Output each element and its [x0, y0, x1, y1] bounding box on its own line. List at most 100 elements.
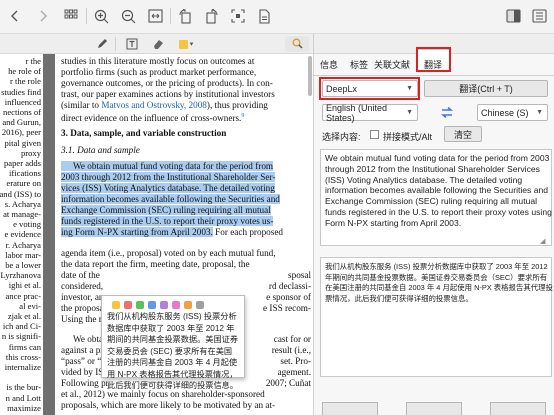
sidebar-toggle-icon[interactable]	[504, 7, 522, 25]
text-fragment: e evidence	[4, 229, 42, 240]
text-line: (similar to Matvos and Ostrovsky, 2008),…	[61, 100, 268, 111]
toolbar-divider	[86, 8, 87, 24]
text-fragment: nections of	[3, 107, 41, 117]
text-fragment: ifications	[9, 168, 41, 179]
highlighted-line: 2003 through 2012 from the Institutional…	[61, 172, 276, 183]
pdf-page-previous: r the he role of r the role studies find inf…	[0, 54, 43, 415]
pdf-viewer[interactable]: r the he role of r the role studies find inf…	[0, 54, 313, 415]
text-fragment: rd declassi-	[268, 281, 311, 291]
pdf-scrollbar[interactable]	[308, 56, 312, 96]
sidebar-panel: 信息 标签 关联文献 翻译 DeepLx ▼ 翻译(Ctrl + T) Engl…	[313, 34, 554, 415]
tab-tags[interactable]: 标签	[350, 58, 368, 71]
footnote-link[interactable]: 9	[241, 113, 244, 119]
color-picker[interactable]: ▾	[175, 37, 197, 51]
text-line: governance outcomes, or the pricing of p…	[61, 78, 273, 88]
tab-related[interactable]: 关联文献	[374, 58, 410, 71]
highlighted-text[interactable]: information becomes available following …	[61, 194, 280, 204]
highlighted-line: vices (ISS) Voting Analytics database. T…	[61, 183, 275, 194]
text-line: portfolio firms (such as product market …	[61, 67, 257, 77]
text-fragment: r. Acharya	[5, 239, 41, 250]
text-fragment: be a lower	[5, 260, 41, 270]
translation-popup[interactable]: 我们从机构股东服务 (ISS) 投票分析数据库中获取了 2003 年至 2012…	[101, 295, 245, 390]
highlighted-text[interactable]: We obtain mutual fund voting data for th…	[61, 161, 274, 171]
toolbar-divider	[115, 37, 116, 51]
zoom-in-icon[interactable]	[92, 7, 110, 25]
citation-link[interactable]: Matvos and Ostrovsky, 2008	[101, 100, 207, 110]
back-icon[interactable]	[6, 7, 24, 25]
layout-icon[interactable]	[530, 7, 548, 25]
text-fragment: zjak et al.	[7, 311, 41, 321]
text-fragment: (similar to	[61, 100, 102, 110]
text-fragment: al evi-	[19, 300, 41, 311]
scan-icon[interactable]	[229, 7, 247, 25]
clear-button[interactable]: 清空	[444, 126, 482, 142]
highlight-box-tab	[416, 47, 451, 72]
result-text-area[interactable]: 我们从机构股东服务 (ISS) 投票分析数据库中获取了 2003 年至 2012…	[320, 257, 553, 377]
text-fragment: studies find	[1, 86, 41, 97]
rotate-icon[interactable]	[176, 7, 194, 25]
text-line: direct evidence on the influence of cros…	[61, 111, 244, 124]
bottom-button[interactable]	[322, 402, 378, 415]
text-fragment: ance prac-	[5, 290, 41, 301]
text-fragment: ighi et al.	[8, 280, 41, 291]
text-line: ing Form N-PX starting from April 2003. …	[61, 227, 283, 238]
text-fragment: n is signifi-	[1, 331, 41, 342]
text-fragment: e sponsor of	[266, 292, 311, 302]
text-line: the proposal	[61, 303, 107, 313]
text-fragment: direct evidence on the influence of cros…	[61, 113, 242, 124]
text-line: the data report the firm, meeting date, …	[61, 259, 250, 269]
text-fragment: r the	[25, 56, 41, 66]
target-language-select[interactable]: Chinese (S) ▼	[477, 104, 548, 121]
file-icon[interactable]	[255, 7, 273, 25]
highlighted-text[interactable]: 2003 through 2012 from the Institutional…	[61, 172, 276, 182]
highlighted-text[interactable]: ing Form N-PX starting from April 2003.	[61, 227, 213, 237]
resize-handle-icon[interactable]: ◢	[540, 237, 545, 245]
text-fragment: n and Gurun,	[0, 117, 41, 128]
highlight-color-swatch[interactable]	[172, 301, 180, 309]
text-line: considered,	[61, 281, 104, 291]
grid-icon[interactable]	[62, 7, 80, 25]
eraser-icon[interactable]	[150, 37, 166, 51]
zoom-out-icon[interactable]	[119, 7, 137, 25]
search-button[interactable]	[285, 36, 309, 52]
text-fragment: erature on	[6, 178, 41, 189]
highlighted-text[interactable]: Exchange Commission (SEC) ruling requiri…	[61, 205, 271, 215]
toolbar-divider	[170, 8, 171, 24]
source-text-area[interactable]: We obtain mutual fund voting data for th…	[320, 149, 552, 246]
pen-icon[interactable]	[94, 37, 110, 51]
highlighted-text[interactable]: funds registered in the U.S. to report t…	[61, 216, 274, 226]
translate-button[interactable]: 翻译(Ctrl + T)	[424, 80, 548, 97]
highlight-color-swatch[interactable]	[184, 301, 192, 309]
highlight-color-swatch[interactable]	[136, 301, 144, 309]
highlight-color-swatch[interactable]	[160, 301, 168, 309]
text-fragment: labor mar-	[5, 249, 41, 260]
fit-page-icon[interactable]	[146, 7, 164, 25]
highlight-color-swatch[interactable]	[124, 301, 132, 309]
text-tool-icon[interactable]	[124, 37, 140, 51]
highlight-color-swatch[interactable]	[196, 301, 204, 309]
bottom-button[interactable]	[406, 402, 462, 415]
text-fragment: is the bur-	[6, 382, 41, 393]
swap-arrows-icon[interactable]	[440, 106, 454, 120]
chevron-down-icon: ▼	[536, 109, 543, 116]
tab-info[interactable]: 信息	[320, 58, 338, 71]
source-language-select[interactable]: English (United States) ▼	[322, 102, 418, 123]
search-icon	[292, 38, 303, 51]
highlighted-line: Exchange Commission (SEC) ruling requiri…	[61, 205, 271, 216]
text-fragment: ), thus providing	[206, 100, 268, 110]
source-language-value: English (United States)	[326, 102, 388, 123]
text-fragment: For each proposed	[212, 227, 284, 237]
forward-icon[interactable]	[34, 7, 52, 25]
concat-mode-checkbox[interactable]	[370, 130, 379, 139]
highlight-color-swatch[interactable]	[148, 301, 156, 309]
bottom-button[interactable]	[490, 402, 546, 415]
source-text: We obtain mutual fund voting data for th…	[325, 153, 552, 228]
text-line: date of the	[61, 270, 100, 280]
rotate-right-icon[interactable]	[203, 7, 221, 25]
text-fragment: r the role	[9, 76, 41, 87]
highlighted-text[interactable]: vices (ISS) Voting Analytics database. T…	[61, 183, 275, 193]
text-fragment: e ISS recom-	[263, 303, 311, 313]
highlighted-line: information becomes available following …	[61, 194, 280, 205]
highlight-box-engine	[319, 77, 420, 100]
highlight-color-swatch[interactable]	[112, 301, 120, 309]
